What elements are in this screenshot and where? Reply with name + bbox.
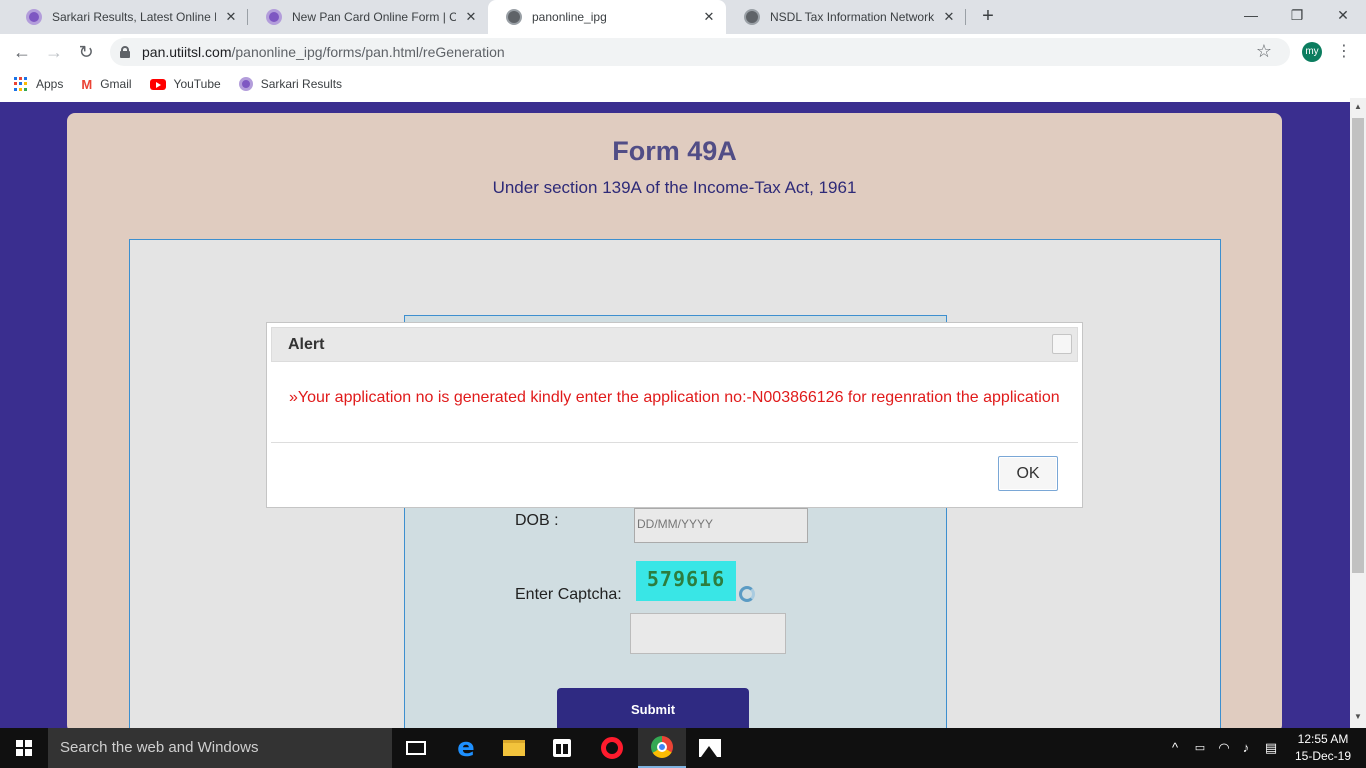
task-view-icon: [406, 741, 426, 755]
scroll-up-icon[interactable]: ▲: [1350, 102, 1366, 111]
alert-dialog: Alert »Your application no is generated …: [266, 322, 1083, 508]
page-scrollbar[interactable]: ▲ ▼: [1350, 98, 1366, 728]
bookmarks-bar: Apps M Gmail YouTube Sarkari Results: [0, 70, 1366, 98]
bookmark-youtube[interactable]: YouTube: [149, 77, 221, 91]
back-button[interactable]: ←: [10, 40, 34, 64]
tab-new-pan-card[interactable]: New Pan Card Online Form | Corr ✕: [248, 0, 488, 34]
chrome-icon: [651, 736, 673, 758]
captcha-image: 579616: [636, 561, 736, 601]
forward-button[interactable]: →: [42, 40, 66, 64]
sarkari-icon: [266, 9, 282, 25]
sarkari-icon: [26, 9, 42, 25]
close-icon[interactable]: [1052, 334, 1072, 354]
edge-button[interactable]: e: [442, 728, 490, 768]
scrollbar-thumb[interactable]: [1352, 118, 1364, 573]
minimize-button[interactable]: —: [1228, 0, 1274, 30]
edge-icon: e: [457, 733, 475, 763]
volume-icon[interactable]: ♪: [1236, 728, 1256, 768]
page-title: Form 49A: [612, 136, 737, 166]
lock-icon: [120, 46, 130, 58]
close-icon[interactable]: ✕: [702, 9, 716, 25]
taskbar-clock[interactable]: 12:55 AM 15-Dec-19: [1288, 731, 1358, 765]
alert-title: Alert: [288, 336, 325, 353]
dob-field[interactable]: DD/MM/YYYY: [634, 508, 808, 543]
bookmark-sarkari-results[interactable]: Sarkari Results: [238, 77, 343, 91]
taskbar: Search the web and Windows e ^ ▭ ◠ ♪ ▤ 1…: [0, 728, 1366, 768]
youtube-icon: [149, 78, 166, 90]
apps-grid-icon: [14, 77, 28, 91]
tab-separator: [965, 9, 966, 25]
photos-icon: [699, 739, 721, 757]
photos-button[interactable]: [686, 728, 734, 768]
browser-toolbar: ← → ↻ pan.utiitsl.com/panonline_ipg/form…: [0, 34, 1366, 70]
tray-chevron-icon[interactable]: ^: [1166, 728, 1184, 768]
start-button[interactable]: [0, 728, 48, 768]
tab-title: panonline_ipg: [532, 10, 607, 24]
reload-button[interactable]: ↻: [74, 40, 98, 64]
opera-icon: [601, 737, 623, 759]
close-icon[interactable]: ✕: [224, 9, 238, 25]
globe-icon: [506, 9, 522, 25]
tab-title: NSDL Tax Information Network (T: [770, 10, 934, 24]
page-subtitle: Under section 139A of the Income-Tax Act…: [492, 178, 857, 197]
bookmark-star-icon[interactable]: ☆: [1256, 41, 1272, 62]
captcha-label: Enter Captcha:: [515, 586, 622, 603]
gmail-icon: M: [81, 76, 93, 92]
submit-button[interactable]: Submit: [557, 688, 749, 728]
bookmark-label: Gmail: [100, 77, 132, 91]
profile-avatar[interactable]: my: [1302, 42, 1322, 62]
url-host: pan.utiitsl.com: [142, 44, 232, 60]
notifications-icon[interactable]: ▤: [1260, 728, 1282, 768]
bookmark-label: YouTube: [173, 77, 221, 91]
opera-button[interactable]: [588, 728, 636, 768]
store-button[interactable]: [538, 728, 586, 768]
alert-message: »Your application no is generated kindly…: [289, 389, 1060, 406]
captcha-input[interactable]: [630, 613, 786, 654]
ok-button[interactable]: OK: [998, 456, 1058, 491]
taskbar-search[interactable]: Search the web and Windows: [48, 728, 392, 768]
url-path: /panonline_ipg/forms/pan.html/reGenerati…: [231, 44, 505, 60]
bookmark-label: Apps: [36, 77, 64, 91]
refresh-captcha-icon[interactable]: [739, 586, 755, 602]
store-icon: [553, 739, 571, 757]
tab-strip: Sarkari Results, Latest Online For ✕ New…: [0, 0, 1366, 34]
chrome-button[interactable]: [638, 728, 686, 768]
wifi-icon[interactable]: ◠: [1214, 728, 1234, 768]
window-close-button[interactable]: ✕: [1320, 0, 1366, 30]
tab-nsdl[interactable]: NSDL Tax Information Network (T ✕: [726, 0, 966, 34]
bookmark-gmail[interactable]: M Gmail: [81, 77, 131, 92]
file-explorer-button[interactable]: [490, 728, 538, 768]
divider: [271, 442, 1078, 443]
clock-time: 12:55 AM: [1297, 732, 1349, 746]
tab-title: New Pan Card Online Form | Corr: [292, 10, 456, 24]
close-icon[interactable]: ✕: [942, 9, 956, 25]
task-view-button[interactable]: [392, 728, 440, 768]
globe-icon: [744, 9, 760, 25]
scroll-down-icon[interactable]: ▼: [1350, 712, 1366, 721]
new-tab-button[interactable]: +: [976, 4, 1000, 28]
tab-sarkari-results[interactable]: Sarkari Results, Latest Online For ✕: [8, 0, 248, 34]
restore-button[interactable]: ❐: [1274, 0, 1320, 30]
browser-menu-icon[interactable]: ⋮: [1336, 40, 1352, 64]
windows-logo-icon: [16, 740, 32, 756]
close-icon[interactable]: ✕: [464, 9, 478, 25]
bookmark-label: Sarkari Results: [260, 77, 343, 91]
bookmark-apps[interactable]: Apps: [14, 77, 63, 91]
dob-label: DOB :: [515, 512, 559, 529]
tab-panonline-ipg[interactable]: panonline_ipg ✕: [488, 0, 726, 34]
tab-title: Sarkari Results, Latest Online For: [52, 10, 216, 24]
sarkari-icon: [238, 77, 253, 91]
alert-header: Alert: [271, 327, 1078, 362]
clock-date: 15-Dec-19: [1294, 749, 1352, 763]
battery-icon[interactable]: ▭: [1190, 728, 1210, 768]
address-bar[interactable]: pan.utiitsl.com/panonline_ipg/forms/pan.…: [110, 38, 1290, 66]
folder-icon: [503, 740, 525, 756]
